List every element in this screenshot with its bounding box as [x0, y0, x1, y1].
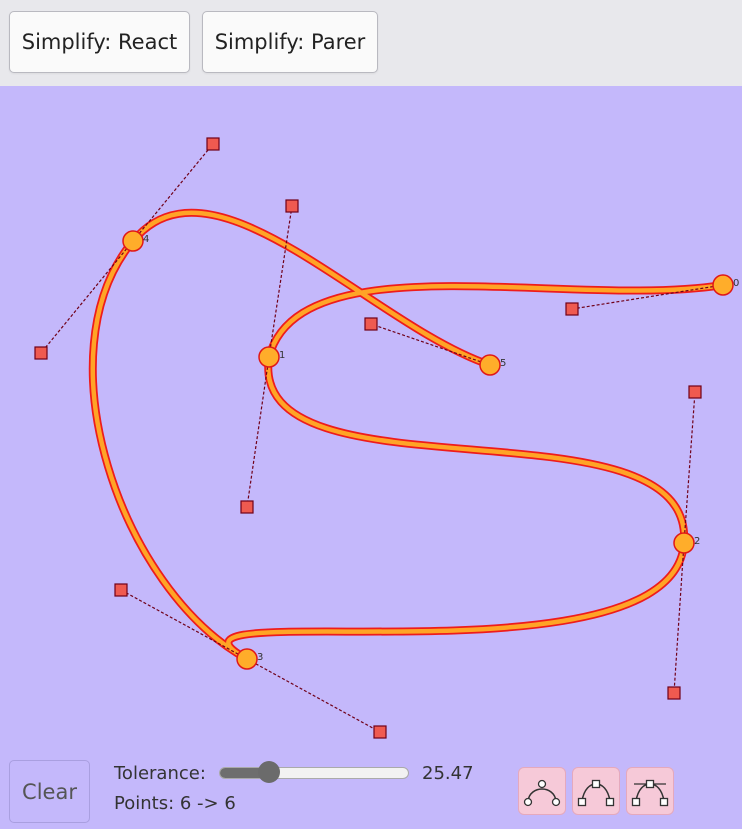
node-label: 2: [694, 536, 700, 547]
anchor-node[interactable]: [479, 354, 501, 376]
control-handle[interactable]: [364, 317, 378, 331]
tolerance-slider[interactable]: [219, 761, 409, 783]
simplify-react-button[interactable]: Simplify: React: [9, 11, 190, 73]
control-handle[interactable]: [34, 346, 48, 360]
points-count: Points: 6 -> 6: [114, 793, 236, 814]
anchor-node[interactable]: [236, 648, 258, 670]
handle-line: [40, 240, 134, 354]
node-label: 3: [257, 652, 263, 663]
corner-mode-button[interactable]: [572, 767, 620, 815]
bezier-curve: [90, 210, 726, 661]
control-handle[interactable]: [114, 583, 128, 597]
symmetric-mode-button[interactable]: [626, 767, 674, 815]
node-label: 1: [279, 350, 285, 361]
handle-line: [120, 589, 248, 660]
simplify-parer-button[interactable]: Simplify: Parer: [202, 11, 378, 73]
control-handle[interactable]: [206, 137, 220, 151]
anchor-node[interactable]: [258, 346, 280, 368]
corner-node-icon: [577, 779, 615, 807]
control-handle[interactable]: [285, 199, 299, 213]
smooth-node-icon: [523, 779, 561, 807]
tolerance-label: Tolerance:: [114, 763, 206, 784]
anchor-node[interactable]: [712, 274, 734, 296]
control-handle[interactable]: [240, 500, 254, 514]
anchor-node[interactable]: [673, 532, 695, 554]
smooth-mode-button[interactable]: [518, 767, 566, 815]
handle-line: [246, 356, 270, 508]
node-label: 4: [143, 234, 149, 245]
anchor-node[interactable]: [122, 230, 144, 252]
symmetric-node-icon: [631, 779, 669, 807]
control-handle[interactable]: [373, 725, 387, 739]
bezier-curve-outline: [88, 208, 727, 663]
tolerance-value: 25.47: [422, 763, 474, 784]
node-label: 0: [733, 278, 739, 289]
handle-line: [246, 658, 381, 733]
control-handle[interactable]: [688, 385, 702, 399]
slider-thumb[interactable]: [257, 761, 280, 783]
control-handle[interactable]: [667, 686, 681, 700]
clear-button[interactable]: Clear: [9, 760, 90, 823]
toolbar: Simplify: React Simplify: Parer: [0, 0, 742, 86]
node-label: 5: [500, 358, 506, 369]
control-handle[interactable]: [565, 302, 579, 316]
handle-line: [683, 391, 696, 544]
drawing-canvas[interactable]: 0 1 2 3 4 5: [0, 86, 742, 829]
